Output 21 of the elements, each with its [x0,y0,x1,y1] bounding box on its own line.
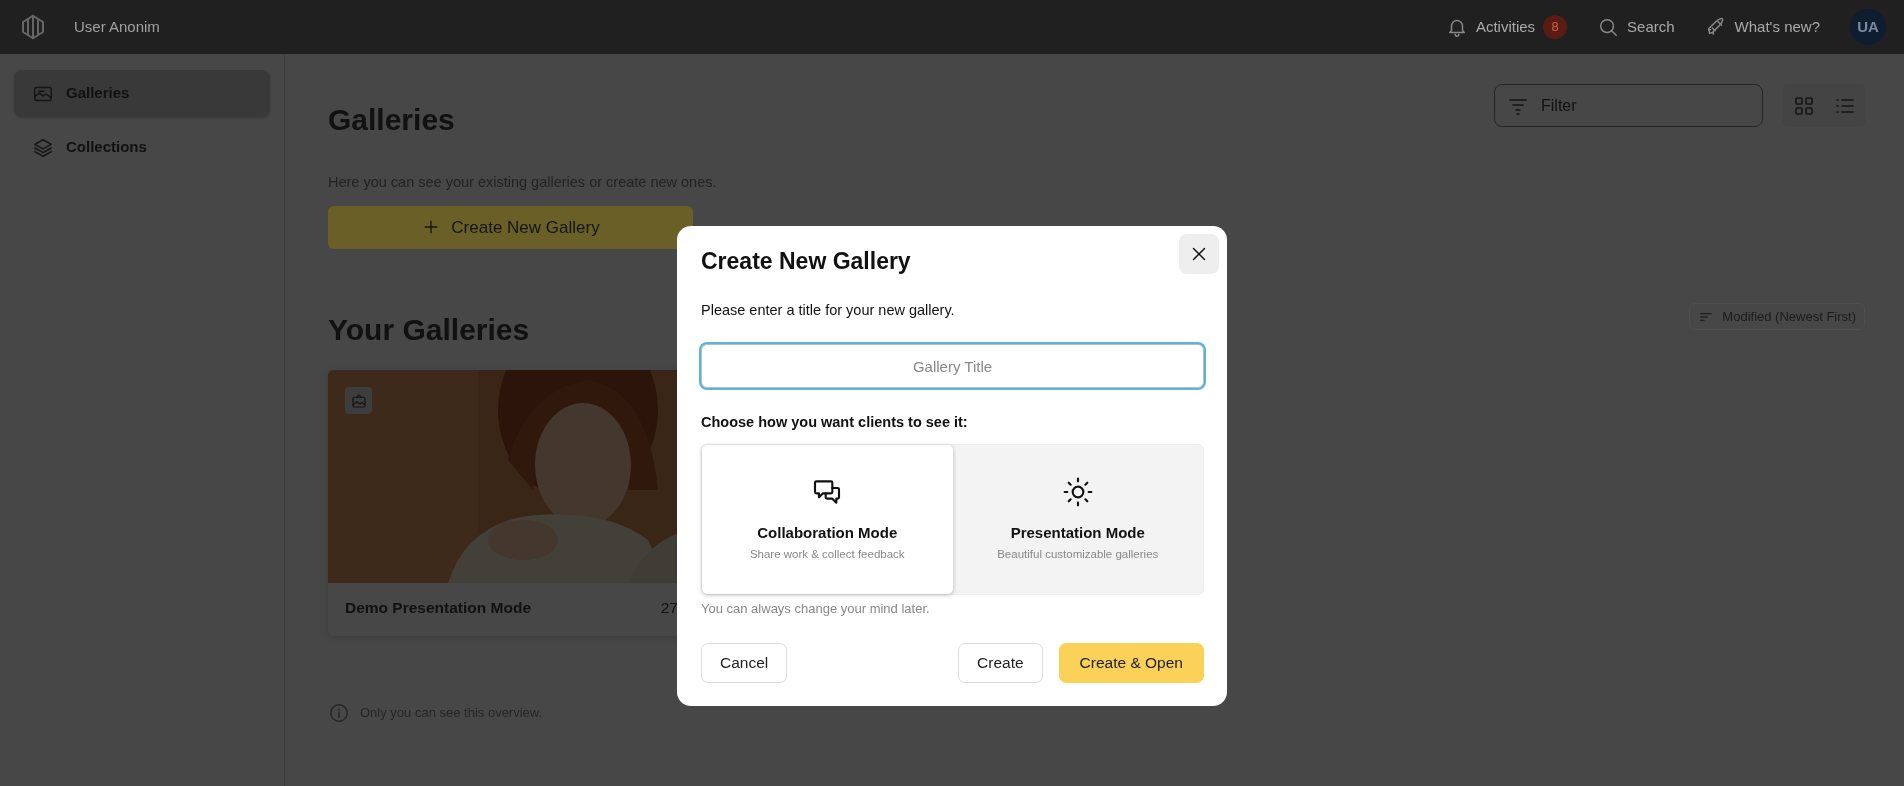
cancel-button[interactable]: Cancel [701,642,788,683]
dialog-prompt: Please enter a title for your new gallery. [701,300,956,320]
user-avatar[interactable]: UA [1850,9,1886,45]
notification-count: 8 [1543,15,1568,39]
mode-option[interactable]: Collaboration Mode Share work & collect feedback [702,445,953,595]
sun-icon [1061,475,1094,508]
whats-new-button[interactable]: What's new? [1704,15,1820,39]
create-and-open-button[interactable]: Create & Open [1058,642,1204,683]
search-icon [1597,16,1620,38]
close-button[interactable] [1179,234,1219,274]
user-name: User Anonim [74,16,160,37]
mode-option[interactable]: Presentation Mode Beautiful customizable galleries [952,445,1203,595]
search-button[interactable]: Search [1597,15,1675,39]
activities-button[interactable]: Activities 8 [1445,15,1568,39]
dialog-title: Create New Gallery [701,248,911,276]
create-button[interactable]: Create [958,642,1043,683]
gallery-title-field[interactable]: Gallery Title [701,344,1204,389]
info-icon [328,701,350,724]
layers-icon [32,136,54,159]
mode-question: Choose how you want clients to see it: [701,413,969,433]
hint-text: You can always change your mind later. [701,600,931,619]
